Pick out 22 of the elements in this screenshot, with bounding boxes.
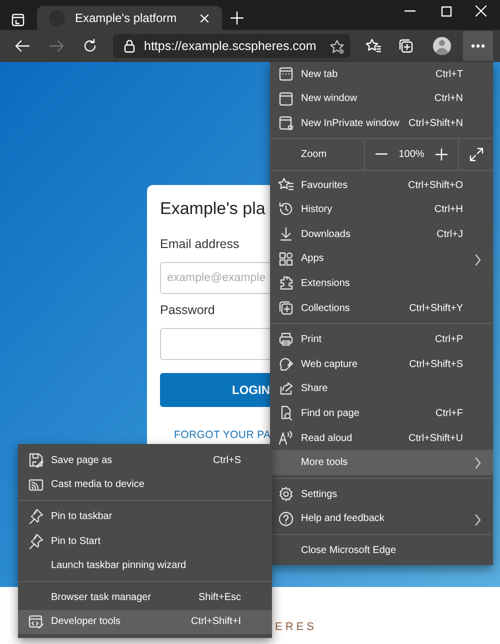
shortcut-text: Ctrl+N — [434, 92, 463, 106]
shortcut-text: Ctrl+Shift+O — [408, 178, 463, 193]
shortcut-text: Ctrl+T — [436, 68, 463, 82]
shortcut-text: Ctrl+Shift+U — [408, 432, 463, 446]
shortcut-text: Ctrl+F — [436, 406, 463, 421]
card-title: Example's pla — [160, 198, 266, 220]
zoom-label: Zoom — [301, 148, 327, 162]
shortcut-text: Ctrl+S — [212, 454, 241, 468]
field-label: Password — [160, 303, 215, 318]
shortcut-text: Ctrl+Shift+Y — [409, 302, 463, 316]
field-label: Email address — [160, 237, 240, 252]
shortcut-text: Ctrl+Shift+N — [408, 116, 463, 131]
shortcut-text: Ctrl+J — [436, 228, 463, 242]
footer-text: ERES — [275, 620, 317, 635]
shortcut-text: Ctrl+Shift+I — [190, 615, 241, 630]
url-text: https://example.scspheres.com — [144, 38, 316, 55]
shortcut-text: Ctrl+H — [434, 203, 463, 218]
shortcut-text: Ctrl+P — [434, 333, 463, 348]
tab-title: Example's platform — [75, 10, 178, 27]
zoom-value: 100% — [398, 148, 424, 162]
shortcut-text: Shift+Esc — [198, 590, 241, 605]
shortcut-text: Ctrl+Shift+S — [409, 358, 463, 372]
